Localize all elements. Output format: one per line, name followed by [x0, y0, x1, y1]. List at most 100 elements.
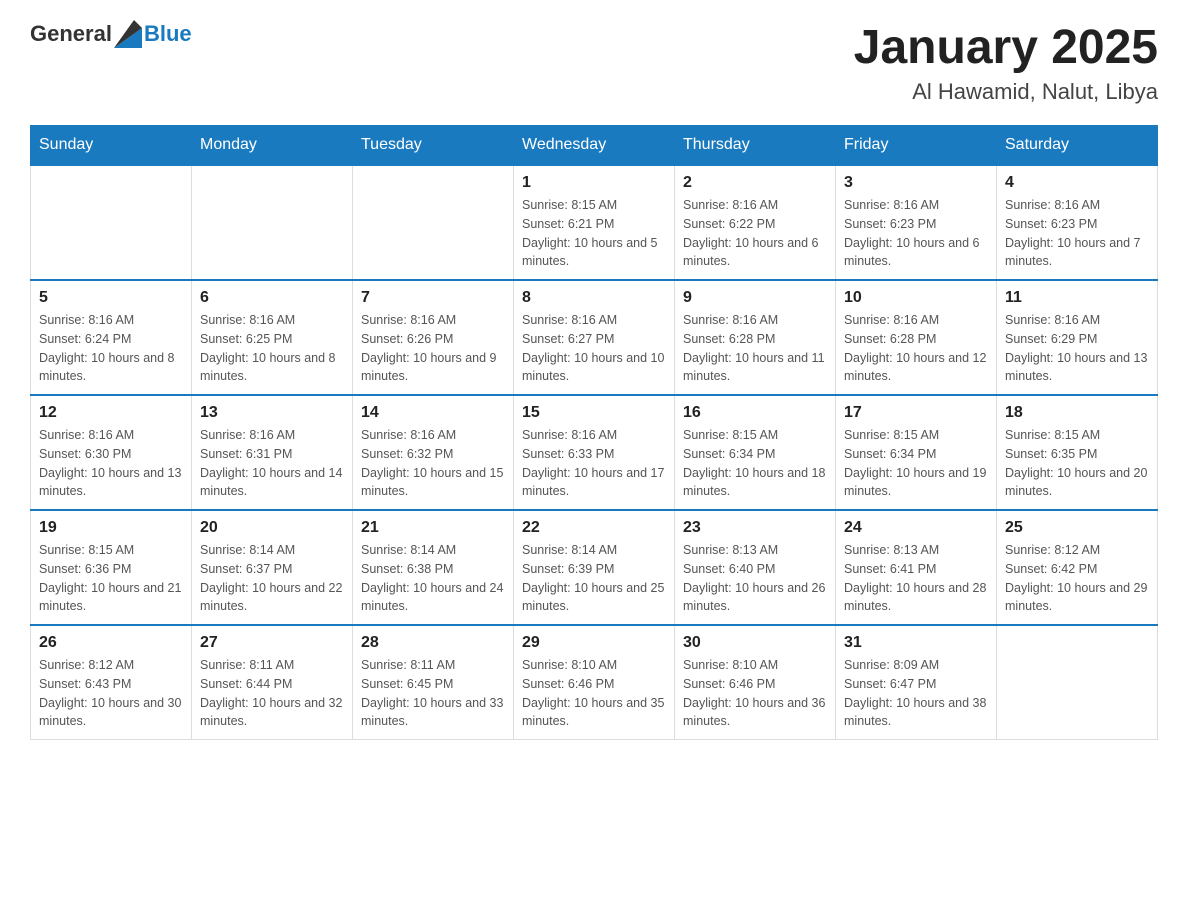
day-number: 7	[361, 289, 505, 307]
calendar-cell: 22 Sunrise: 8:14 AMSunset: 6:39 PMDayligh…	[514, 510, 675, 625]
day-info: Sunrise: 8:15 AMSunset: 6:36 PMDaylight:…	[39, 541, 183, 616]
day-info: Sunrise: 8:10 AMSunset: 6:46 PMDaylight:…	[522, 656, 666, 731]
day-info: Sunrise: 8:16 AMSunset: 6:28 PMDaylight:…	[844, 311, 988, 386]
calendar-cell	[997, 625, 1158, 740]
day-number: 27	[200, 634, 344, 652]
day-info: Sunrise: 8:13 AMSunset: 6:41 PMDaylight:…	[844, 541, 988, 616]
day-number: 14	[361, 404, 505, 422]
day-number: 17	[844, 404, 988, 422]
calendar-cell: 23 Sunrise: 8:13 AMSunset: 6:40 PMDayligh…	[675, 510, 836, 625]
day-number: 30	[683, 634, 827, 652]
calendar-cell	[353, 165, 514, 280]
calendar-cell: 18 Sunrise: 8:15 AMSunset: 6:35 PMDayligh…	[997, 395, 1158, 510]
day-info: Sunrise: 8:16 AMSunset: 6:31 PMDaylight:…	[200, 426, 344, 501]
calendar-cell: 3Sunrise: 8:16 AMSunset: 6:23 PMDaylight…	[836, 165, 997, 280]
day-info: Sunrise: 8:13 AMSunset: 6:40 PMDaylight:…	[683, 541, 827, 616]
calendar-cell: 6Sunrise: 8:16 AMSunset: 6:25 PMDaylight…	[192, 280, 353, 395]
header-day-sunday: Sunday	[31, 126, 192, 166]
calendar-cell: 31 Sunrise: 8:09 AMSunset: 6:47 PMDayligh…	[836, 625, 997, 740]
day-info: Sunrise: 8:16 AMSunset: 6:30 PMDaylight:…	[39, 426, 183, 501]
day-info: Sunrise: 8:14 AMSunset: 6:39 PMDaylight:…	[522, 541, 666, 616]
day-number: 25	[1005, 519, 1149, 537]
day-info: Sunrise: 8:16 AMSunset: 6:32 PMDaylight:…	[361, 426, 505, 501]
day-number: 9	[683, 289, 827, 307]
day-number: 5	[39, 289, 183, 307]
calendar-cell: 1 Sunrise: 8:15 AMSunset: 6:21 PMDaylight…	[514, 165, 675, 280]
day-number: 2	[683, 174, 827, 192]
logo: General Blue	[30, 20, 192, 48]
calendar-cell: 19 Sunrise: 8:15 AMSunset: 6:36 PMDayligh…	[31, 510, 192, 625]
day-number: 11	[1005, 289, 1149, 307]
logo-blue-text: Blue	[144, 21, 192, 47]
calendar-header-row: SundayMondayTuesdayWednesdayThursdayFrid…	[31, 126, 1158, 166]
day-info: Sunrise: 8:16 AMSunset: 6:27 PMDaylight:…	[522, 311, 666, 386]
day-info: Sunrise: 8:12 AMSunset: 6:42 PMDaylight:…	[1005, 541, 1149, 616]
day-info: Sunrise: 8:15 AMSunset: 6:35 PMDaylight:…	[1005, 426, 1149, 501]
day-number: 12	[39, 404, 183, 422]
calendar-cell: 29 Sunrise: 8:10 AMSunset: 6:46 PMDayligh…	[514, 625, 675, 740]
calendar-cell: 24 Sunrise: 8:13 AMSunset: 6:41 PMDayligh…	[836, 510, 997, 625]
calendar-cell: 26Sunrise: 8:12 AMSunset: 6:43 PMDayligh…	[31, 625, 192, 740]
day-info: Sunrise: 8:11 AMSunset: 6:45 PMDaylight:…	[361, 656, 505, 731]
day-number: 29	[522, 634, 666, 652]
calendar-title: January 2025	[854, 20, 1158, 75]
calendar-cell: 7Sunrise: 8:16 AMSunset: 6:26 PMDaylight…	[353, 280, 514, 395]
day-number: 13	[200, 404, 344, 422]
header-day-tuesday: Tuesday	[353, 126, 514, 166]
calendar-cell: 12 Sunrise: 8:16 AMSunset: 6:30 PMDayligh…	[31, 395, 192, 510]
calendar-table: SundayMondayTuesdayWednesdayThursdayFrid…	[30, 125, 1158, 740]
day-info: Sunrise: 8:16 AMSunset: 6:23 PMDaylight:…	[1005, 196, 1149, 271]
day-number: 21	[361, 519, 505, 537]
calendar-cell: 25 Sunrise: 8:12 AMSunset: 6:42 PMDayligh…	[997, 510, 1158, 625]
calendar-cell: 17 Sunrise: 8:15 AMSunset: 6:34 PMDayligh…	[836, 395, 997, 510]
day-number: 19	[39, 519, 183, 537]
day-info: Sunrise: 8:16 AMSunset: 6:29 PMDaylight:…	[1005, 311, 1149, 386]
calendar-week-4: 19 Sunrise: 8:15 AMSunset: 6:36 PMDayligh…	[31, 510, 1158, 625]
calendar-cell: 30Sunrise: 8:10 AMSunset: 6:46 PMDayligh…	[675, 625, 836, 740]
calendar-subtitle: Al Hawamid, Nalut, Libya	[854, 79, 1158, 105]
day-info: Sunrise: 8:16 AMSunset: 6:25 PMDaylight:…	[200, 311, 344, 386]
day-number: 22	[522, 519, 666, 537]
calendar-cell: 2 Sunrise: 8:16 AMSunset: 6:22 PMDaylight…	[675, 165, 836, 280]
calendar-week-2: 5 Sunrise: 8:16 AMSunset: 6:24 PMDaylight…	[31, 280, 1158, 395]
calendar-cell: 16 Sunrise: 8:15 AMSunset: 6:34 PMDayligh…	[675, 395, 836, 510]
calendar-cell: 21 Sunrise: 8:14 AMSunset: 6:38 PMDayligh…	[353, 510, 514, 625]
day-number: 8	[522, 289, 666, 307]
title-block: January 2025 Al Hawamid, Nalut, Libya	[854, 20, 1158, 105]
page-header: General Blue January 2025 Al Hawamid, Na…	[30, 20, 1158, 105]
day-info: Sunrise: 8:16 AMSunset: 6:28 PMDaylight:…	[683, 311, 827, 386]
calendar-week-1: 1 Sunrise: 8:15 AMSunset: 6:21 PMDaylight…	[31, 165, 1158, 280]
calendar-cell: 13 Sunrise: 8:16 AMSunset: 6:31 PMDayligh…	[192, 395, 353, 510]
day-number: 31	[844, 634, 988, 652]
day-info: Sunrise: 8:15 AMSunset: 6:34 PMDaylight:…	[683, 426, 827, 501]
day-number: 15	[522, 404, 666, 422]
calendar-cell: 27Sunrise: 8:11 AMSunset: 6:44 PMDayligh…	[192, 625, 353, 740]
calendar-cell: 9 Sunrise: 8:16 AMSunset: 6:28 PMDaylight…	[675, 280, 836, 395]
calendar-cell: 28 Sunrise: 8:11 AMSunset: 6:45 PMDayligh…	[353, 625, 514, 740]
day-number: 28	[361, 634, 505, 652]
day-info: Sunrise: 8:16 AMSunset: 6:33 PMDaylight:…	[522, 426, 666, 501]
day-number: 1	[522, 174, 666, 192]
calendar-cell: 10Sunrise: 8:16 AMSunset: 6:28 PMDayligh…	[836, 280, 997, 395]
calendar-week-3: 12 Sunrise: 8:16 AMSunset: 6:30 PMDayligh…	[31, 395, 1158, 510]
calendar-cell: 8 Sunrise: 8:16 AMSunset: 6:27 PMDaylight…	[514, 280, 675, 395]
day-info: Sunrise: 8:09 AMSunset: 6:47 PMDaylight:…	[844, 656, 988, 731]
day-number: 23	[683, 519, 827, 537]
day-info: Sunrise: 8:14 AMSunset: 6:38 PMDaylight:…	[361, 541, 505, 616]
calendar-cell: 15 Sunrise: 8:16 AMSunset: 6:33 PMDayligh…	[514, 395, 675, 510]
day-info: Sunrise: 8:15 AMSunset: 6:21 PMDaylight:…	[522, 196, 666, 271]
day-number: 18	[1005, 404, 1149, 422]
day-info: Sunrise: 8:16 AMSunset: 6:24 PMDaylight:…	[39, 311, 183, 386]
day-info: Sunrise: 8:16 AMSunset: 6:23 PMDaylight:…	[844, 196, 988, 271]
day-number: 24	[844, 519, 988, 537]
day-number: 16	[683, 404, 827, 422]
day-number: 4	[1005, 174, 1149, 192]
calendar-cell: 5 Sunrise: 8:16 AMSunset: 6:24 PMDaylight…	[31, 280, 192, 395]
calendar-cell: 11 Sunrise: 8:16 AMSunset: 6:29 PMDayligh…	[997, 280, 1158, 395]
calendar-cell: 14 Sunrise: 8:16 AMSunset: 6:32 PMDayligh…	[353, 395, 514, 510]
day-info: Sunrise: 8:12 AMSunset: 6:43 PMDaylight:…	[39, 656, 183, 731]
header-day-monday: Monday	[192, 126, 353, 166]
day-info: Sunrise: 8:15 AMSunset: 6:34 PMDaylight:…	[844, 426, 988, 501]
header-day-friday: Friday	[836, 126, 997, 166]
day-info: Sunrise: 8:16 AMSunset: 6:22 PMDaylight:…	[683, 196, 827, 271]
